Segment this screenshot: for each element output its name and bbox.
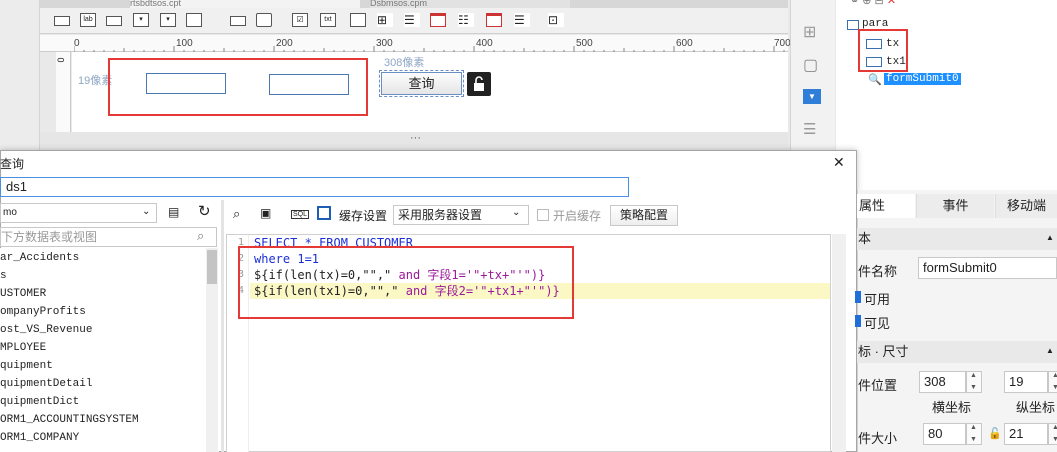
vertical-ruler xyxy=(56,52,71,132)
highlight-sql xyxy=(238,246,574,319)
section-basic[interactable]: 本 xyxy=(857,228,1057,250)
date-widget-icon[interactable]: ☰ xyxy=(404,13,420,27)
dropdown-toggle-icon[interactable]: ▼ xyxy=(803,89,821,104)
more-widget-icon[interactable]: ⊡ xyxy=(548,13,564,27)
visible-checkbox[interactable] xyxy=(855,315,861,327)
search-icon[interactable]: ⌕ xyxy=(197,228,204,244)
save-icon[interactable]: ▣ xyxy=(260,206,271,220)
cache-select-chevron-icon[interactable]: ⌄ xyxy=(512,207,520,218)
strategy-button[interactable]: 策略配置 xyxy=(610,205,678,226)
unlock-icon xyxy=(474,76,484,91)
tree-top-icons: ⚭ ⊕ ⊟ ✕ xyxy=(850,0,897,7)
y-caption: 纵坐标 xyxy=(1016,400,1056,415)
submit-icon: 🔍 xyxy=(868,74,882,86)
file-widget-icon[interactable]: ⊞ xyxy=(377,13,393,27)
cache-settings-label: 缓存设置 xyxy=(339,209,388,223)
list-item[interactable]: ORM1_COMPANY xyxy=(0,429,79,447)
stack-icon[interactable]: ☰ xyxy=(803,120,816,138)
width-field[interactable]: 80 xyxy=(923,423,966,445)
section-position-toggle-icon[interactable]: ▲ xyxy=(1046,346,1054,355)
visible-label: 可见 xyxy=(864,316,891,331)
position-label: 件位置 xyxy=(858,378,898,393)
section-basic-toggle-icon[interactable]: ▲ xyxy=(1046,233,1054,242)
label-widget-icon[interactable] xyxy=(54,16,70,26)
list-item[interactable]: quipmentDict xyxy=(0,393,79,411)
refresh-icon[interactable]: ↻ xyxy=(198,202,211,220)
x-caption: 横坐标 xyxy=(932,400,972,415)
distance-top-label: 308像素 xyxy=(384,57,425,69)
tab-mobile[interactable]: 移动端 xyxy=(995,194,1057,218)
enabled-checkbox[interactable] xyxy=(855,291,861,303)
sql-icon[interactable]: SQL xyxy=(291,210,310,219)
preview-icon[interactable] xyxy=(317,206,331,220)
lock-icon[interactable] xyxy=(467,72,491,96)
widget-name-field[interactable]: formSubmit0 xyxy=(918,257,1057,279)
db-edit-icon[interactable]: ▤ xyxy=(168,205,179,219)
calendar2-widget-icon[interactable] xyxy=(486,13,502,27)
highlight-textboxes xyxy=(108,58,368,116)
tab-properties[interactable]: 属性 xyxy=(857,194,915,218)
textfield-widget-icon[interactable] xyxy=(106,16,122,26)
position-y-stepper[interactable] xyxy=(1048,371,1057,393)
query-button[interactable]: 查询 xyxy=(379,70,464,97)
db-select[interactable]: mo xyxy=(0,203,157,223)
table-search-input[interactable]: 下方数据表或视图 xyxy=(0,227,217,247)
splitter[interactable] xyxy=(221,200,224,452)
tab-events[interactable]: 事件 xyxy=(916,194,994,218)
designer-tab-2[interactable]: Dsbmsos.cpm xyxy=(370,0,570,8)
close-icon[interactable]: ✕ xyxy=(833,154,845,171)
cache-select[interactable]: 采用服务器设置 xyxy=(393,205,529,225)
datetime-widget-icon[interactable]: ▾ xyxy=(160,13,176,27)
designer-left-gutter xyxy=(0,0,40,150)
list-item[interactable]: quipmentDetail xyxy=(0,375,92,393)
position-x-stepper[interactable] xyxy=(966,371,982,393)
designer-tab-1[interactable]: rtsbdtsos.cpt xyxy=(130,0,360,8)
tree-item-formsubmit[interactable]: formSubmit0 xyxy=(884,73,961,85)
radio-widget-icon[interactable] xyxy=(256,13,272,27)
size-label: 件大小 xyxy=(858,431,898,446)
widget-name-label: 件名称 xyxy=(858,264,898,279)
button-widget-icon[interactable] xyxy=(350,13,366,27)
list-item[interactable]: ORM1_ACCOUNTINGSYSTEM xyxy=(0,411,139,429)
list-item[interactable]: ost_VS_Revenue xyxy=(0,321,92,339)
list-item[interactable]: s xyxy=(0,267,7,285)
db-select-chevron-icon[interactable]: ⌄ xyxy=(142,206,150,217)
layout-icon[interactable]: ⊞ xyxy=(803,22,816,42)
list-item[interactable]: MPLOYEE xyxy=(0,339,46,357)
enabled-label: 可用 xyxy=(864,292,891,307)
text-widget-icon[interactable]: lab xyxy=(80,13,96,27)
frame-icon[interactable]: ▢ xyxy=(803,55,818,75)
resize-handle[interactable]: ··· xyxy=(410,132,421,144)
list-item[interactable]: USTOMER xyxy=(0,285,46,303)
width-stepper[interactable] xyxy=(966,423,982,445)
sql-search-icon[interactable]: ⌕ xyxy=(233,206,240,222)
calendar-widget-icon[interactable] xyxy=(430,13,446,27)
dataset-name-field[interactable]: ds1 xyxy=(0,177,629,197)
list-item[interactable]: quipment xyxy=(0,357,53,375)
checkbox-widget-icon[interactable]: ☑ xyxy=(292,13,308,27)
position-x-field[interactable]: 308 xyxy=(919,371,966,393)
table-list-scroll-thumb[interactable] xyxy=(207,250,217,284)
checklist-widget-icon[interactable]: txt xyxy=(320,13,336,27)
combobox-widget-icon[interactable]: ▾ xyxy=(133,13,149,27)
list-item[interactable]: ompanyProfits xyxy=(0,303,86,321)
vertical-ruler-zero: 0 xyxy=(55,57,66,63)
list-widget-icon[interactable] xyxy=(186,13,202,27)
enable-cache-checkbox[interactable] xyxy=(537,209,549,221)
aspect-lock-icon[interactable]: 🔓 xyxy=(988,427,1002,440)
editor-scrollbar[interactable] xyxy=(832,234,846,452)
dialog-title: 查询 xyxy=(0,157,25,171)
position-y-field[interactable]: 19 xyxy=(1004,371,1048,393)
list-item[interactable]: ar_Accidents xyxy=(0,249,79,267)
enable-cache-label: 开启缓存 xyxy=(553,209,602,223)
section-position[interactable]: 标 · 尺寸 xyxy=(857,341,1057,363)
highlight-tree-items xyxy=(858,29,908,72)
table-list: ar_Accidents s USTOMER ompanyProfits ost… xyxy=(0,248,219,452)
height-stepper[interactable] xyxy=(1048,423,1057,445)
tab-widget-icon[interactable]: ☰ xyxy=(514,13,530,27)
height-field[interactable]: 21 xyxy=(1004,423,1048,445)
tree-widget-icon[interactable]: ☷ xyxy=(458,13,474,27)
number-widget-icon[interactable] xyxy=(230,16,246,26)
